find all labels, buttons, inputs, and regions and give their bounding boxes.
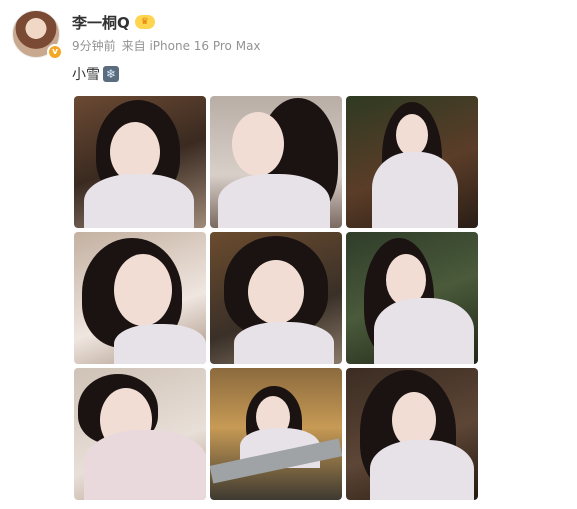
- photo-2[interactable]: [210, 96, 342, 228]
- username[interactable]: 李一桐Q: [72, 12, 130, 33]
- snowflake-emoji-icon: ❄: [103, 66, 119, 82]
- photo-3[interactable]: [346, 96, 478, 228]
- photo-8[interactable]: [210, 368, 342, 500]
- weibo-post: v 李一桐Q ♛ 9分钟前 来自 iPhone 16 Pro Max 小雪 ❄: [0, 0, 577, 509]
- post-source: 来自 iPhone 16 Pro Max: [121, 39, 261, 53]
- post-text: 小雪 ❄: [72, 64, 119, 84]
- post-text-label: 小雪: [72, 67, 100, 83]
- photo-6[interactable]: [346, 232, 478, 364]
- photo-grid: [74, 96, 478, 502]
- verified-badge-icon: v: [47, 44, 63, 60]
- photo-7[interactable]: [74, 368, 206, 500]
- photo-9[interactable]: [346, 368, 478, 500]
- post-time[interactable]: 9分钟前: [72, 37, 116, 54]
- post-meta: 9分钟前 来自 iPhone 16 Pro Max: [72, 37, 261, 54]
- username-row: 李一桐Q ♛: [72, 12, 155, 32]
- photo-1[interactable]: [74, 96, 206, 228]
- photo-5[interactable]: [210, 232, 342, 364]
- photo-4[interactable]: [74, 232, 206, 364]
- crown-badge-icon[interactable]: ♛: [134, 15, 155, 29]
